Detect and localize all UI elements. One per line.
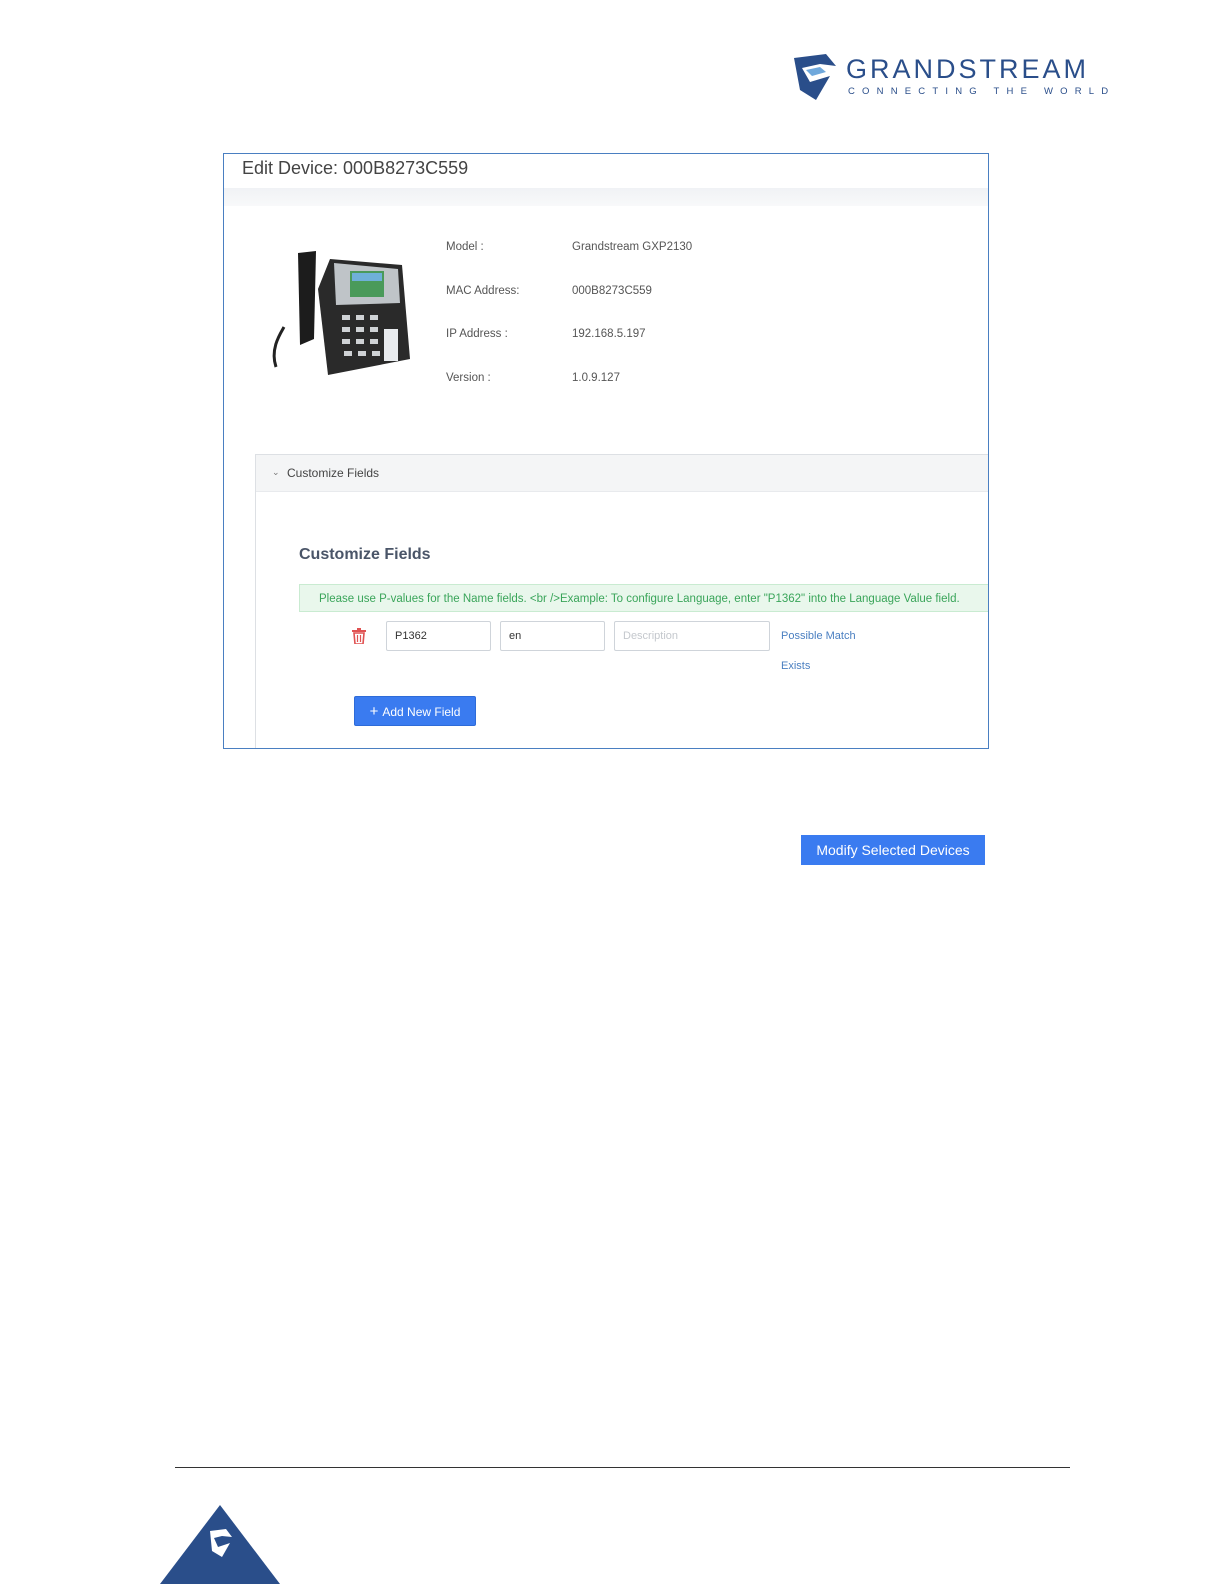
ip-address-label: IP Address :	[446, 328, 508, 340]
grandstream-logo-icon	[794, 54, 836, 100]
device-phone-image	[272, 251, 410, 375]
grandstream-logo: GRANDSTREAM CONNECTING THE WORLD	[790, 52, 1120, 104]
brand-name: GRANDSTREAM	[846, 54, 1090, 84]
section-title: Customize Fields	[299, 546, 431, 563]
dialog-title: Edit Device: 000B8273C559	[242, 158, 469, 178]
footer-divider	[175, 1467, 1070, 1468]
exists-link[interactable]: Exists	[781, 660, 810, 672]
plus-icon: +	[369, 703, 379, 720]
field-description-input[interactable]	[614, 621, 770, 651]
panel-header-label: Customize Fields	[287, 466, 380, 480]
add-new-field-button[interactable]: + Add New Field	[354, 696, 476, 726]
title-divider	[224, 188, 988, 206]
field-name-input[interactable]	[386, 621, 491, 651]
mac-address-value: 000B8273C559	[572, 285, 652, 297]
trash-icon[interactable]	[352, 628, 366, 644]
brand-tagline: CONNECTING THE WORLD	[848, 86, 1116, 97]
customize-fields-panel-header[interactable]: ⌄ Customize Fields	[256, 455, 988, 492]
possible-match-link[interactable]: Possible Match	[781, 630, 856, 642]
model-label: Model :	[446, 241, 484, 253]
mac-address-label: MAC Address:	[446, 285, 520, 297]
hint-message: Please use P-values for the Name fields.…	[299, 584, 988, 612]
ip-address-value: 192.168.5.197	[572, 328, 646, 340]
field-value-input[interactable]	[500, 621, 605, 651]
version-value: 1.0.9.127	[572, 372, 620, 384]
add-new-field-label: Add New Field	[382, 705, 461, 719]
version-label: Version :	[446, 372, 491, 384]
modify-selected-devices-button[interactable]: Modify Selected Devices	[801, 835, 985, 865]
model-value: Grandstream GXP2130	[572, 241, 693, 253]
grandstream-footer-logo-icon	[160, 1505, 280, 1584]
chevron-down-icon[interactable]: ⌄	[272, 467, 280, 478]
edit-device-dialog: Edit Device: 000B8273C559 Model : Grands…	[223, 153, 989, 749]
